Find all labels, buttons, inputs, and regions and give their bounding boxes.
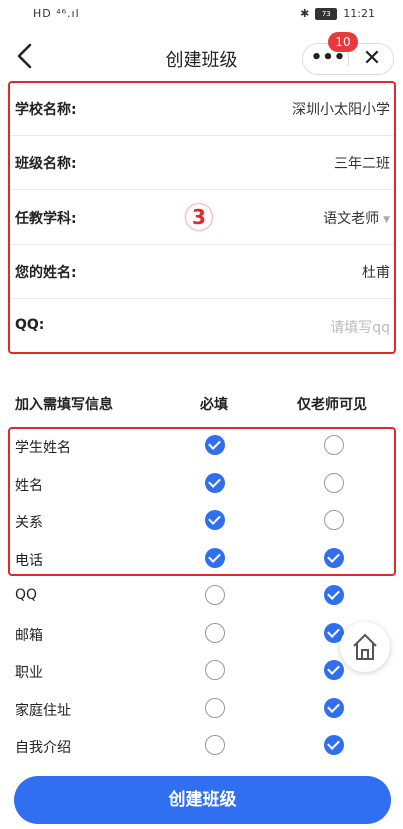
battery-icon: 73 [315,7,338,20]
form-label: 任教学科: [15,210,77,227]
form-value-text: 请填写qq [330,319,390,336]
step-marker: 3 [186,204,212,230]
form-value-text: 语文老师 [323,210,380,227]
form-value-text: 深圳小太阳小学 [292,102,390,118]
status-right: ✱ 73 11:21 [300,7,375,20]
teacher-only-checkbox[interactable] [324,735,344,755]
teacher-only-checkbox[interactable] [324,510,344,530]
required-checkbox[interactable] [205,510,225,530]
table-row: QQ [0,578,403,615]
header-info: 加入需填写信息 [15,397,113,413]
table-row: 学生姓名 [0,428,403,465]
table-row: 姓名 [0,466,403,503]
home-button[interactable] [340,622,390,672]
required-checkbox[interactable] [205,472,225,493]
teacher-only-checkbox[interactable] [324,547,344,568]
field-name: 姓名 [15,477,43,494]
header-required: 必填 [200,397,228,413]
required-checkbox[interactable] [205,660,225,680]
table-row: 电话 [0,541,403,578]
form-label: QQ: [15,316,45,333]
create-class-button[interactable]: 创建班级 [14,776,391,824]
table-row: 自我介绍 [0,728,403,765]
field-name: QQ [15,587,38,603]
field-name: 邮箱 [15,627,43,644]
form-value-text: 杜甫 [362,265,390,282]
dropdown-arrow-icon[interactable]: ▼ [383,215,390,225]
teacher-only-checkbox[interactable] [324,472,344,493]
clock: 11:21 [343,7,375,20]
teacher-only-checkbox[interactable] [324,435,344,455]
required-checkbox[interactable] [205,697,225,718]
form-row[interactable]: 班级名称: 三年二班 [10,136,394,191]
form-row[interactable]: QQ: 请填写qq [10,300,394,354]
form-input-value[interactable]: 杜甫 [362,262,390,282]
required-checkbox[interactable] [205,735,225,755]
field-name: 电话 [15,552,43,569]
form-row[interactable]: 您的姓名: 杜甫 [10,245,394,300]
form-value-text: 三年二班 [334,156,390,173]
form-label: 学校名称: [15,102,77,118]
close-icon[interactable]: ✕ [353,44,391,74]
required-checkbox[interactable] [205,435,225,455]
field-name: 学生姓名 [15,440,71,456]
status-bar: HD ⁴⁶.ıl ✱ 73 11:21 [0,0,403,28]
field-name: 家庭住址 [15,702,71,719]
field-name: 职业 [15,665,43,681]
form-input-value[interactable]: 三年二班 [334,153,390,173]
table-row: 家庭住址 [0,691,403,728]
form-input-value[interactable]: 深圳小太阳小学 [292,99,390,119]
form-input-placeholder[interactable]: 请填写qq [330,317,390,337]
form-label: 您的姓名: [15,265,77,282]
required-checkbox[interactable] [205,622,225,643]
field-name: 自我介绍 [15,740,71,756]
teacher-only-checkbox[interactable] [324,585,344,605]
fields-table-header: 加入需填写信息 必填 仅老师可见 [0,392,403,416]
required-checkbox[interactable] [205,585,225,605]
header-teacher-only: 仅老师可见 [297,397,367,413]
nav-bar: 创建班级 ••• ✕ 10 [0,28,403,86]
signal-indicators: HD ⁴⁶.ıl [33,7,80,20]
form-label: 班级名称: [15,156,77,173]
field-name: 关系 [15,515,43,531]
notification-badge: 10 [328,32,358,52]
form-input-value[interactable]: 语文老师 ▼ [323,208,390,228]
table-row: 关系 [0,503,403,540]
teacher-only-checkbox[interactable] [324,697,344,718]
capsule-divider [348,52,349,66]
form-row[interactable]: 学校名称: 深圳小太阳小学 [10,82,394,136]
required-checkbox[interactable] [205,547,225,568]
home-icon [353,634,377,660]
bluetooth-icon: ✱ [300,7,310,20]
